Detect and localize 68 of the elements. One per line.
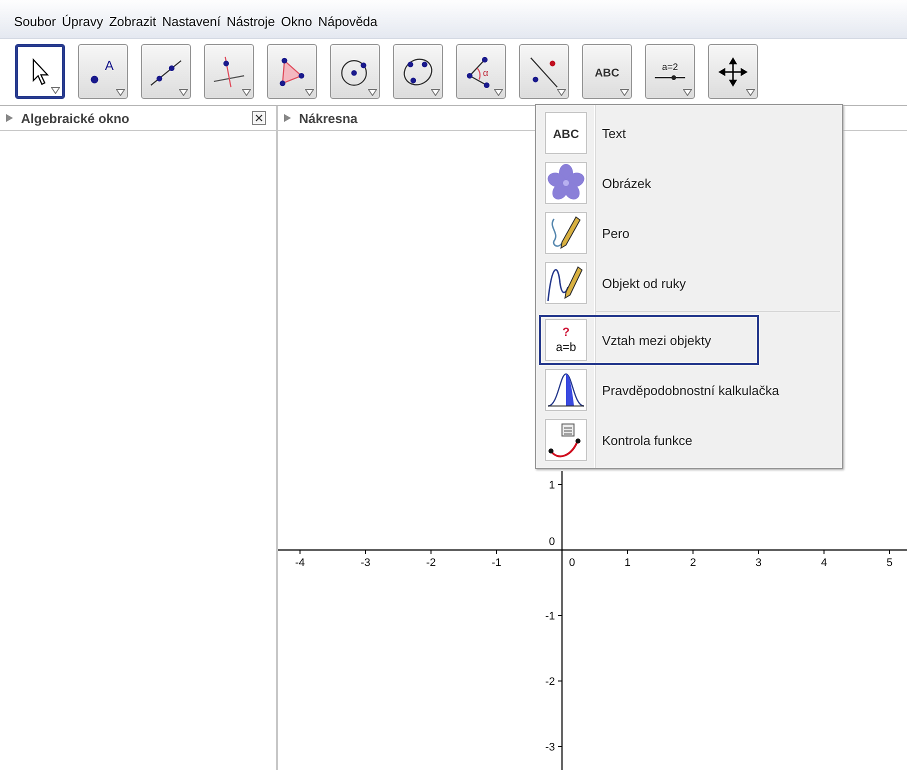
menu-item[interactable]: Nastavení xyxy=(162,14,221,38)
caret-icon xyxy=(683,89,692,96)
caret-icon xyxy=(557,89,566,96)
menu-item[interactable]: Okno xyxy=(281,14,312,38)
tick-label: 3 xyxy=(755,557,762,569)
four-arrow-icon xyxy=(716,54,750,88)
tick-label: -3 xyxy=(545,742,555,754)
tool-button[interactable] xyxy=(141,44,191,99)
caret-icon xyxy=(368,89,377,96)
caret-icon xyxy=(494,89,503,96)
tool-button[interactable]: a=2 xyxy=(645,44,695,99)
expand-triangle-icon[interactable] xyxy=(6,114,13,122)
text-icon: ABC xyxy=(545,112,587,154)
tick-label: -2 xyxy=(426,557,436,569)
menu-item[interactable]: Nástroje xyxy=(226,14,276,38)
tool-button[interactable] xyxy=(519,44,569,99)
panel-title: Nákresna xyxy=(299,110,359,126)
menu-item[interactable]: Pravděpodobnostní kalkulačka xyxy=(539,365,782,415)
menu-item[interactable]: Úpravy xyxy=(62,14,104,38)
tick-label: 1 xyxy=(624,557,631,569)
menu-item[interactable]: Soubor xyxy=(14,14,56,38)
tick-label: -1 xyxy=(545,610,555,622)
caret-icon xyxy=(305,89,314,96)
tick-label: -2 xyxy=(545,676,555,688)
tool-button[interactable]: ABC xyxy=(582,44,632,99)
close-icon xyxy=(255,114,263,122)
caret-icon xyxy=(179,89,188,96)
tool-button[interactable]: α xyxy=(456,44,506,99)
panel-title: Algebraické okno xyxy=(21,110,130,126)
tick-label: 0 xyxy=(568,557,576,569)
tick-label: 0 xyxy=(548,536,555,548)
curve-table-icon xyxy=(545,419,587,461)
tick-label: -3 xyxy=(360,557,370,569)
caret-icon xyxy=(746,89,755,96)
curve-pencil-icon xyxy=(545,262,587,304)
pencil-icon xyxy=(545,212,587,254)
text-icon: ABC xyxy=(590,54,624,88)
question-equation-icon: ? a=b xyxy=(545,319,587,361)
caret-icon xyxy=(620,89,629,96)
menu-item[interactable]: Nápověda xyxy=(318,14,378,38)
menu-item[interactable]: ? a=b Vztah mezi objekty xyxy=(539,315,759,365)
menu-item[interactable]: Zobrazit xyxy=(109,14,156,38)
menu-item[interactable]: Objekt od ruky xyxy=(539,258,759,308)
tick-label: 1 xyxy=(548,480,555,492)
expand-triangle-icon[interactable] xyxy=(284,114,291,122)
caret-icon xyxy=(116,89,125,96)
tool-button[interactable] xyxy=(15,44,65,99)
tick-label: 5 xyxy=(886,557,893,569)
caret-icon xyxy=(51,87,60,94)
tick-label: -4 xyxy=(295,557,305,569)
tick-label: 4 xyxy=(820,557,828,569)
bell-curve-icon xyxy=(545,369,587,411)
menu-item[interactable]: ABC Text xyxy=(539,108,759,158)
close-button[interactable] xyxy=(252,111,266,125)
tool-button[interactable] xyxy=(330,44,380,99)
caret-icon xyxy=(431,89,440,96)
tool-button[interactable] xyxy=(708,44,758,99)
tool-button[interactable]: A xyxy=(78,44,128,99)
caret-icon xyxy=(242,89,251,96)
menu-item[interactable]: Pero xyxy=(539,208,759,258)
tick-label: 2 xyxy=(690,557,696,569)
perpendicular-line-icon xyxy=(212,54,246,88)
flower-icon xyxy=(545,162,587,204)
tick-label: -1 xyxy=(492,557,502,569)
menu-item[interactable]: Obrázek xyxy=(539,158,759,208)
tool-button[interactable] xyxy=(267,44,317,99)
tool-button[interactable] xyxy=(393,44,443,99)
menu-item[interactable]: Kontrola funkce xyxy=(539,415,759,465)
